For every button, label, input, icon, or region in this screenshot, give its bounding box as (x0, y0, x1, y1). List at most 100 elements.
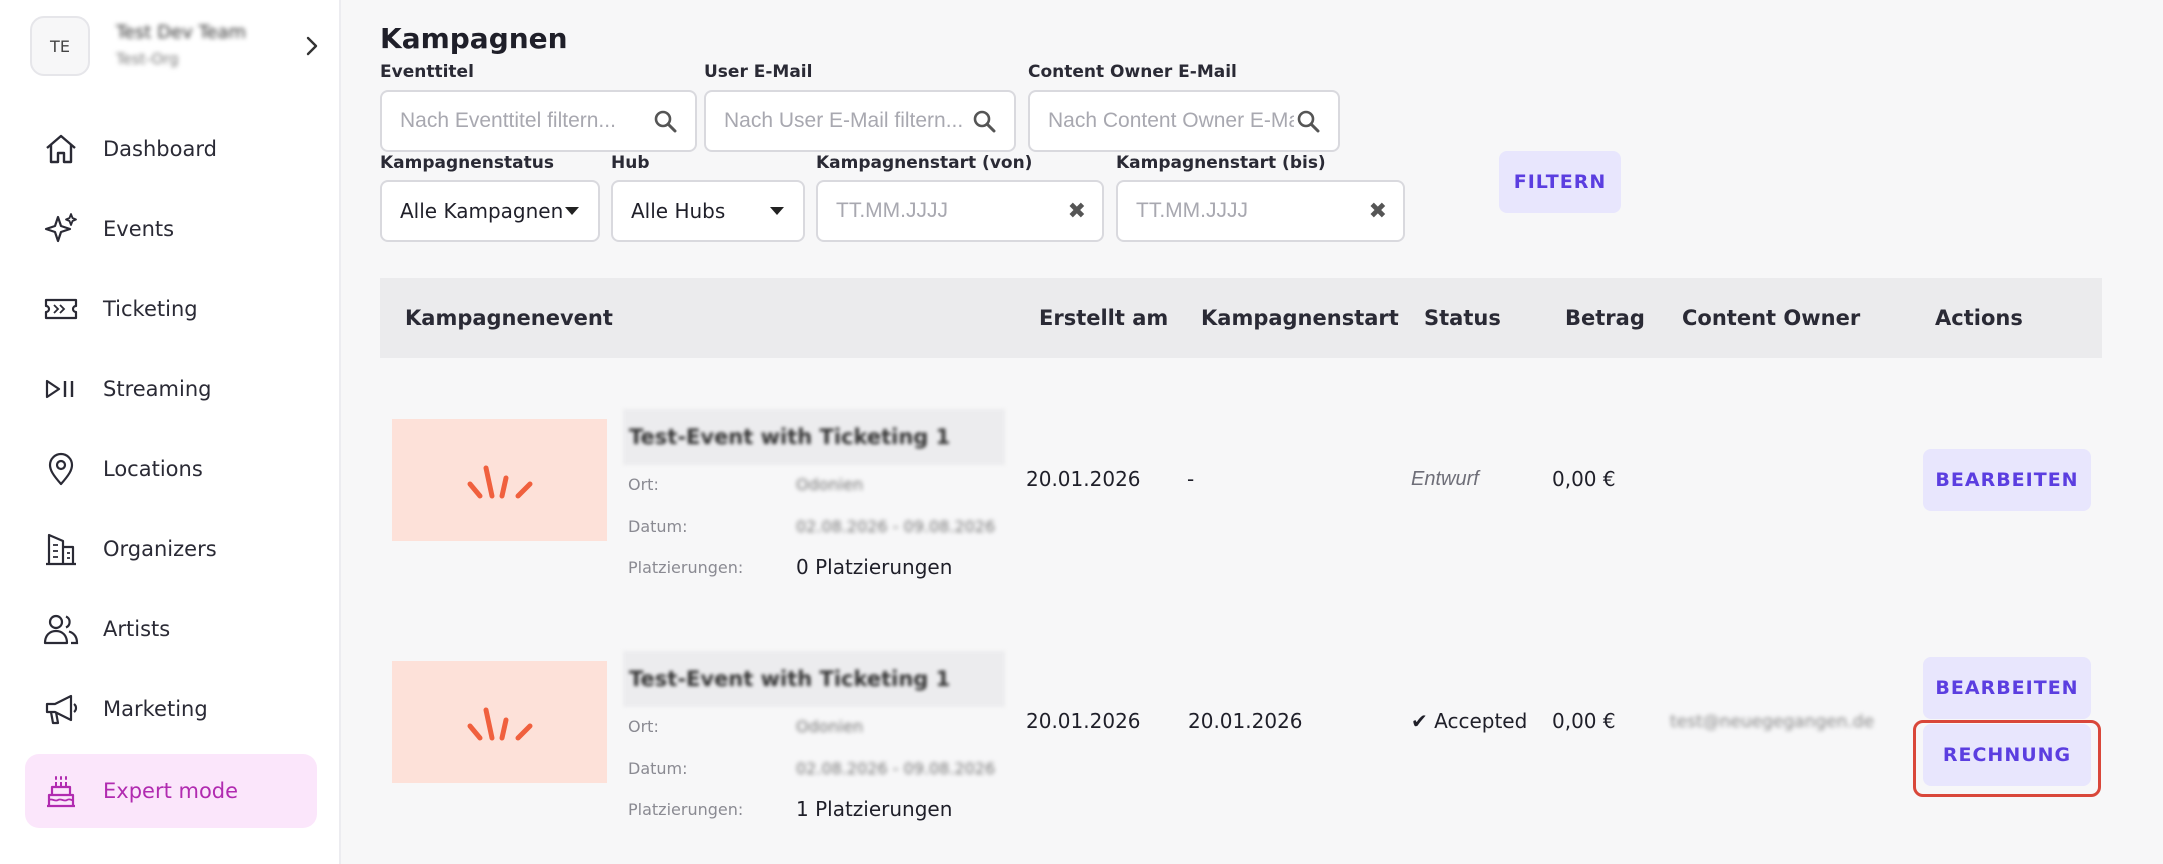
filter-button[interactable]: FILTERN (1499, 151, 1621, 213)
sidebar-item-events[interactable]: Events (25, 192, 317, 266)
sidebar-item-label: Expert mode (103, 779, 239, 803)
team-org: Test-Org (116, 50, 179, 68)
datum-label: Datum: (628, 517, 688, 536)
event-thumbnail (392, 419, 607, 541)
team-avatar: TE (30, 16, 90, 76)
platzierungen-label: Platzierungen: (628, 558, 744, 577)
burst-icon (467, 707, 532, 741)
start-von-placeholder: TT.MM.JJJJ (836, 199, 948, 222)
sidebar-item-label: Ticketing (103, 297, 198, 321)
kampagnenstart: 20.01.2026 (1188, 709, 1303, 733)
platzierungen-value: 1 Platzierungen (796, 797, 953, 821)
status-badge: ✔ Accepted (1411, 709, 1527, 733)
table-row: Test-Event with Ticketing 1 Ort: Odonien… (380, 400, 2102, 600)
table-header: Kampagnenevent Erstellt am Kampagnenstar… (380, 278, 2102, 358)
filter-label-eventtitel: Eventtitel (380, 62, 474, 82)
home-icon (41, 129, 81, 169)
eventtitel-filter-input[interactable]: Nach Eventtitel filtern... (380, 90, 697, 152)
check-icon: ✔ (1411, 709, 1428, 733)
search-icon (654, 110, 677, 133)
burst-icon (467, 465, 532, 499)
sidebar-item-streaming[interactable]: Streaming (25, 352, 317, 426)
ort-value: Odonien (796, 475, 864, 494)
filter-label-owner-email: Content Owner E-Mail (1028, 62, 1237, 82)
sidebar-item-label: Marketing (103, 697, 208, 721)
column-header: Kampagnenevent (405, 306, 613, 330)
filter-label-hub: Hub (611, 153, 650, 173)
sidebar: TE Test Dev Team Test-Org Dashboard Even… (0, 0, 341, 864)
users-icon (41, 609, 81, 649)
datum-value: 02.08.2026 - 09.08.2026 (796, 517, 996, 536)
buildings-icon (41, 529, 81, 569)
kampagnenstart: - (1187, 467, 1195, 491)
clear-icon[interactable]: ✖ (1369, 199, 1387, 224)
ticket-icon (41, 289, 81, 329)
user-email-placeholder: Nach User E-Mail filtern... (724, 109, 964, 132)
owner-email-filter-input[interactable]: Nach Content Owner E-Mail filtern... (1028, 90, 1340, 152)
start-von-date-input[interactable]: TT.MM.JJJJ ✖ (816, 180, 1104, 242)
ort-label: Ort: (628, 717, 659, 736)
column-header: Content Owner (1682, 306, 1861, 330)
chevron-right-icon[interactable] (298, 32, 326, 60)
page-title: Kampagnen (380, 22, 568, 55)
ort-label: Ort: (628, 475, 659, 494)
megaphone-icon (41, 689, 81, 729)
column-header: Kampagnenstart (1201, 306, 1399, 330)
user-email-filter-input[interactable]: Nach User E-Mail filtern... (704, 90, 1016, 152)
platzierungen-value: 0 Platzierungen (796, 555, 953, 579)
column-header: Actions (1935, 306, 2023, 330)
eventtitel-placeholder: Nach Eventtitel filtern... (400, 109, 616, 132)
sidebar-item-label: Artists (103, 617, 171, 641)
event-thumbnail (392, 661, 607, 783)
caret-down-icon (770, 207, 784, 215)
event-title[interactable]: Test-Event with Ticketing 1 (623, 651, 1005, 707)
start-bis-placeholder: TT.MM.JJJJ (1136, 199, 1248, 222)
filter-label-start-bis: Kampagnenstart (bis) (1116, 153, 1326, 173)
status-badge: Entwurf (1411, 468, 1479, 490)
status-select[interactable]: Alle Kampagnen (380, 180, 600, 242)
hub-select[interactable]: Alle Hubs (611, 180, 805, 242)
bearbeiten-button[interactable]: BEARBEITEN (1923, 449, 2091, 511)
team-name: Test Dev Team (116, 22, 247, 43)
clear-icon[interactable]: ✖ (1068, 199, 1086, 224)
sidebar-item-locations[interactable]: Locations (25, 432, 317, 506)
status-text: Accepted (1434, 709, 1528, 733)
column-header: Status (1424, 306, 1501, 330)
erstellt-am: 20.01.2026 (1026, 467, 1141, 491)
team-switcher[interactable]: TE Test Dev Team Test-Org (30, 16, 330, 76)
column-header: Betrag (1565, 306, 1645, 330)
sidebar-item-label: Organizers (103, 537, 217, 561)
platzierungen-label: Platzierungen: (628, 800, 744, 819)
sidebar-item-label: Events (103, 217, 175, 241)
search-icon (1297, 110, 1320, 133)
sidebar-item-artists[interactable]: Artists (25, 592, 317, 666)
bearbeiten-button[interactable]: BEARBEITEN (1923, 657, 2091, 719)
start-bis-date-input[interactable]: TT.MM.JJJJ ✖ (1116, 180, 1405, 242)
sidebar-item-expert-mode[interactable]: Expert mode (25, 754, 317, 828)
sparkles-icon (41, 209, 81, 249)
sidebar-item-label: Streaming (103, 377, 212, 401)
sidebar-item-dashboard[interactable]: Dashboard (25, 112, 317, 186)
ort-value: Odonien (796, 717, 864, 736)
main-content: Kampagnen Eventtitel Nach Eventtitel fil… (343, 0, 2163, 864)
map-pin-icon (41, 449, 81, 489)
search-icon (973, 110, 996, 133)
sidebar-item-ticketing[interactable]: Ticketing (25, 272, 317, 346)
filter-label-user-email: User E-Mail (704, 62, 813, 82)
sidebar-item-organizers[interactable]: Organizers (25, 512, 317, 586)
highlight-frame (1913, 720, 2101, 797)
sidebar-item-marketing[interactable]: Marketing (25, 672, 317, 746)
content-owner-email: test@neuegegangen.de (1670, 712, 1875, 732)
datum-label: Datum: (628, 759, 688, 778)
sidebar-item-label: Locations (103, 457, 203, 481)
table-row: Test-Event with Ticketing 1 Ort: Odonien… (380, 640, 2102, 840)
betrag: 0,00 € (1552, 709, 1616, 733)
datum-value: 02.08.2026 - 09.08.2026 (796, 759, 996, 778)
event-title[interactable]: Test-Event with Ticketing 1 (623, 409, 1005, 465)
hub-select-value: Alle Hubs (631, 199, 726, 223)
erstellt-am: 20.01.2026 (1026, 709, 1141, 733)
cake-icon (41, 771, 81, 811)
betrag: 0,00 € (1552, 467, 1616, 491)
owner-email-placeholder: Nach Content Owner E-Mail filtern... (1048, 109, 1294, 132)
sidebar-item-label: Dashboard (103, 137, 217, 161)
